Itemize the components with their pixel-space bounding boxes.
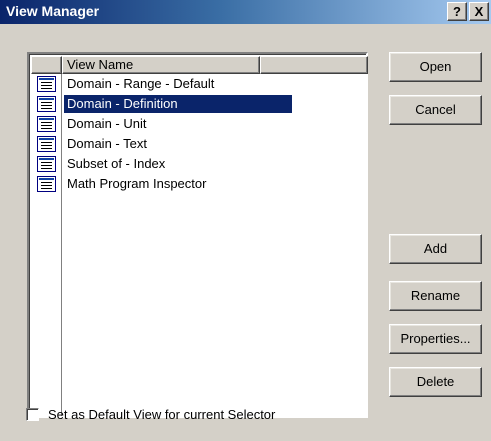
default-view-option[interactable]: Set as Default View for current Selector [26,406,275,422]
view-document-icon [37,156,56,172]
view-document-icon [37,76,56,92]
list-rows: Domain - Range - Default Domain - Definit… [31,74,366,194]
cancel-button[interactable]: Cancel [389,95,482,125]
list-item-label: Domain - Range - Default [67,76,215,91]
view-document-icon [37,96,56,112]
default-view-checkbox[interactable] [26,407,39,421]
dialog-body: View Name Domain - Range - Default Domain… [0,24,491,441]
list-item-label: Math Program Inspector [67,176,207,191]
view-document-icon [37,136,56,152]
list-item-label: Domain - Text [67,136,147,151]
list-item[interactable]: Math Program Inspector [31,174,366,194]
view-document-icon [37,176,56,192]
properties-button[interactable]: Properties... [389,324,482,354]
rename-button[interactable]: Rename [389,281,482,311]
list-item[interactable]: Domain - Text [31,134,366,154]
list-header: View Name [31,56,368,74]
list-item[interactable]: Domain - Range - Default [31,74,366,94]
view-list[interactable]: View Name Domain - Range - Default Domain… [27,52,368,418]
column-header-view-name[interactable]: View Name [62,56,260,74]
default-view-checkbox-label[interactable]: Set as Default View for current Selector [48,407,275,422]
window-title: View Manager [6,3,100,19]
column-header-icon[interactable] [31,56,62,74]
open-button[interactable]: Open [389,52,482,82]
list-item-label: Subset of - Index [67,156,166,171]
delete-button[interactable]: Delete [389,367,482,397]
list-item-label: Domain - Definition [64,95,292,113]
list-item[interactable]: Subset of - Index [31,154,366,174]
column-header-extra[interactable] [260,56,368,74]
list-item-label: Domain - Unit [67,116,147,131]
help-button[interactable]: ? [447,2,467,21]
close-button[interactable]: X [469,2,489,21]
title-bar: View Manager ? X [0,0,491,24]
add-button[interactable]: Add [389,234,482,264]
list-item[interactable]: Domain - Definition [31,94,366,114]
list-item[interactable]: Domain - Unit [31,114,366,134]
view-document-icon [37,116,56,132]
